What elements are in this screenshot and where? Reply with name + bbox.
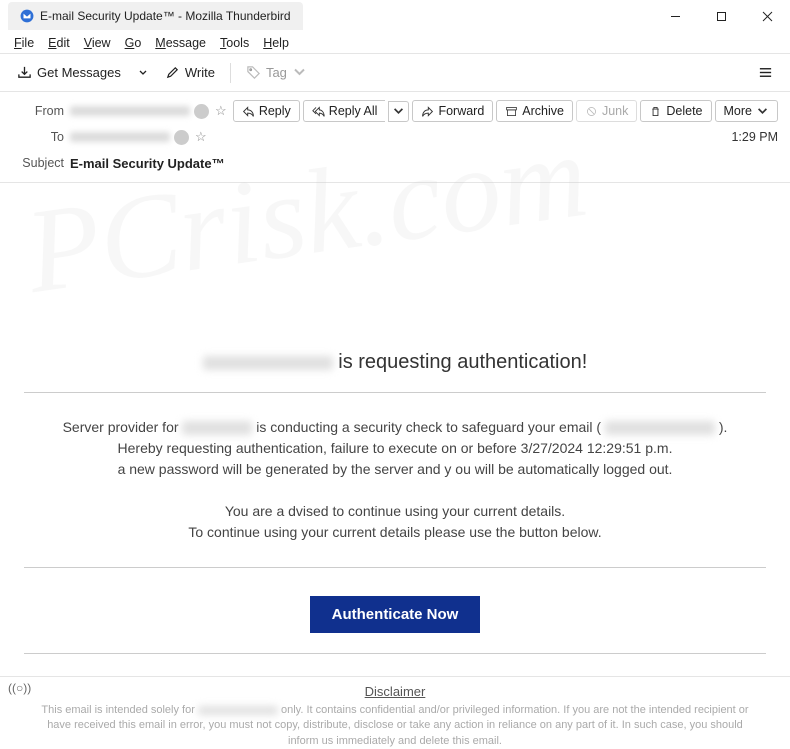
forward-icon [421, 105, 434, 118]
get-messages-dropdown[interactable] [134, 64, 152, 82]
divider [24, 653, 766, 654]
close-button[interactable] [744, 0, 790, 32]
reply-icon [242, 105, 255, 118]
junk-button[interactable]: Junk [576, 100, 637, 122]
from-address-redacted [70, 106, 190, 116]
tag-button[interactable]: Tag [237, 60, 316, 85]
subject-value: E-mail Security Update™ [70, 156, 225, 171]
recipient-redacted [198, 706, 278, 715]
menu-help[interactable]: Help [257, 34, 295, 52]
maximize-button[interactable] [698, 0, 744, 32]
domain-redacted [203, 356, 333, 370]
identity-icon [174, 130, 189, 145]
chevron-down-icon [292, 65, 307, 80]
reply-all-button[interactable]: Reply All [303, 100, 386, 122]
email-paragraph-1: Server provider for is conducting a secu… [24, 393, 766, 567]
to-label: To [12, 130, 64, 144]
tag-icon [246, 65, 261, 80]
forward-button[interactable]: Forward [412, 100, 493, 122]
reply-all-icon [312, 105, 325, 118]
get-messages-button[interactable]: Get Messages [8, 60, 130, 85]
menu-file[interactable]: File [8, 34, 40, 52]
delete-button[interactable]: Delete [640, 100, 711, 122]
reply-all-dropdown[interactable] [388, 101, 409, 122]
to-address-redacted [70, 132, 170, 142]
message-time: 1:29 PM [731, 130, 778, 144]
from-label: From [12, 104, 64, 118]
app-menu-button[interactable] [749, 60, 782, 85]
message-headers: From ☆ Reply Reply All Forward Archive J… [0, 92, 790, 183]
chevron-down-icon [392, 105, 405, 118]
inbox-download-icon [17, 65, 32, 80]
subject-label: Subject [12, 156, 64, 170]
more-button[interactable]: More [715, 100, 778, 122]
message-body: PCrisk.com is requesting authentication!… [0, 183, 790, 749]
to-value: ☆ [70, 129, 207, 145]
minimize-button[interactable] [652, 0, 698, 32]
junk-icon [585, 105, 598, 118]
reply-button[interactable]: Reply [233, 100, 300, 122]
disclaimer-title: Disclaimer [24, 684, 766, 699]
authenticate-button[interactable]: Authenticate Now [310, 596, 481, 633]
provider-redacted [182, 421, 252, 435]
archive-button[interactable]: Archive [496, 100, 573, 122]
menu-tools[interactable]: Tools [214, 34, 255, 52]
menu-view[interactable]: View [78, 34, 117, 52]
thunderbird-icon [20, 9, 34, 23]
write-button[interactable]: Write [156, 60, 224, 85]
toolbar-separator [230, 63, 231, 83]
window-tab[interactable]: E-mail Security Update™ - Mozilla Thunde… [8, 2, 303, 30]
titlebar: E-mail Security Update™ - Mozilla Thunde… [0, 0, 790, 32]
menu-message[interactable]: Message [149, 34, 212, 52]
tab-title: E-mail Security Update™ - Mozilla Thunde… [40, 9, 291, 23]
toolbar: Get Messages Write Tag [0, 54, 790, 92]
disclaimer-text: This email is intended solely for only. … [24, 703, 766, 749]
email-heading: is requesting authentication! [24, 339, 766, 392]
menu-go[interactable]: Go [119, 34, 148, 52]
star-icon[interactable]: ☆ [215, 103, 227, 119]
message-actions: Reply Reply All Forward Archive Junk Del… [233, 100, 778, 122]
chevron-down-icon [756, 105, 769, 118]
hamburger-icon [758, 65, 773, 80]
email-redacted [605, 421, 715, 435]
identity-icon [194, 104, 209, 119]
trash-icon [649, 105, 662, 118]
star-icon[interactable]: ☆ [195, 129, 207, 145]
archive-icon [505, 105, 518, 118]
pencil-icon [165, 65, 180, 80]
menu-edit[interactable]: Edit [42, 34, 76, 52]
menubar: File Edit View Go Message Tools Help [0, 32, 790, 54]
from-value: ☆ [70, 103, 227, 119]
